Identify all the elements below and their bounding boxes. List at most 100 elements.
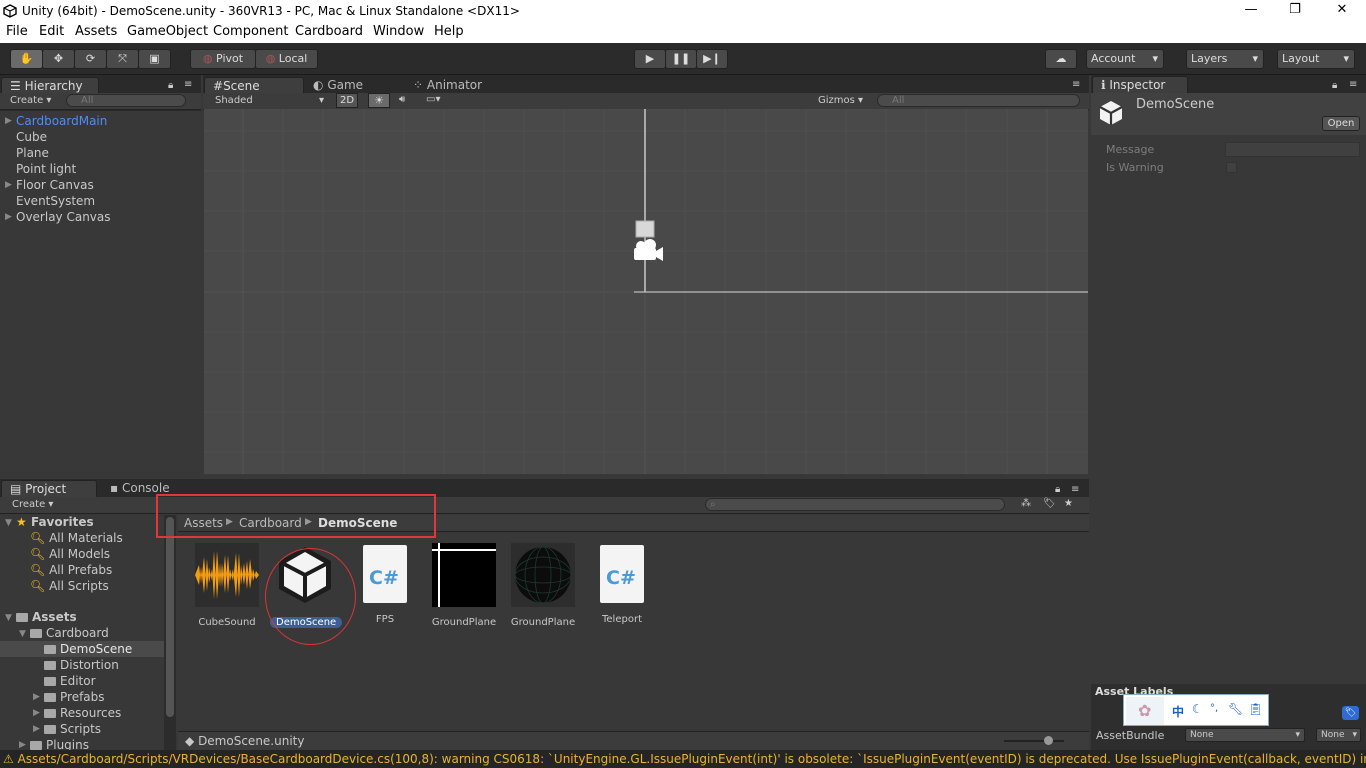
hierarchy-item-cardboardmain[interactable]: CardboardMain bbox=[16, 114, 107, 128]
expand-triangle-icon[interactable]: ▶ bbox=[33, 692, 40, 702]
menu-file[interactable]: File bbox=[6, 24, 28, 39]
asset-bundle-dropdown[interactable]: None ▾ bbox=[1185, 728, 1305, 742]
tree-cardboard[interactable]: Cardboard bbox=[30, 626, 109, 640]
hierarchy-item-eventsystem[interactable]: EventSystem bbox=[16, 194, 95, 208]
hierarchy-item-point-light[interactable]: Point light bbox=[16, 162, 76, 176]
favorite-all-prefabs[interactable]: 🔍︎ All Prefabs bbox=[30, 563, 112, 577]
is-warning-checkbox[interactable] bbox=[1226, 162, 1237, 173]
tab-inspector[interactable]: ℹ Inspector bbox=[1092, 76, 1188, 93]
tab-hierarchy[interactable]: ☰ Hierarchy bbox=[1, 77, 99, 94]
tree-scrollbar-thumb[interactable] bbox=[166, 517, 174, 717]
zoom-slider-thumb[interactable] bbox=[1044, 736, 1053, 745]
open-button[interactable]: Open bbox=[1322, 116, 1360, 131]
layout-dropdown[interactable]: Layout ▾ bbox=[1277, 49, 1355, 69]
filter-label-icon[interactable]: 🏷︎ bbox=[1043, 498, 1056, 509]
expand-triangle-icon[interactable]: ▶ bbox=[33, 708, 40, 718]
lock-icon[interactable]: 🔒︎ bbox=[168, 80, 173, 91]
audio-toggle-icon[interactable]: 🔊︎ bbox=[399, 94, 405, 105]
expand-triangle-icon[interactable]: ▼ bbox=[5, 518, 12, 528]
assets-heading[interactable]: Assets bbox=[16, 610, 77, 624]
close-button[interactable]: ✕ bbox=[1332, 2, 1352, 20]
tree-scrollbar[interactable] bbox=[164, 515, 176, 750]
project-create-button[interactable]: Create ▾ bbox=[12, 499, 53, 510]
step-button[interactable]: ▶❙ bbox=[696, 49, 728, 69]
favorite-all-models[interactable]: 🔍︎ All Models bbox=[30, 547, 110, 561]
favorite-all-materials[interactable]: 🔍︎ All Materials bbox=[30, 531, 123, 545]
scale-tool-button[interactable]: ⤧ bbox=[106, 49, 139, 69]
hierarchy-item-cube[interactable]: Cube bbox=[16, 130, 47, 144]
asset-bundle-variant-dropdown[interactable]: None ▾ bbox=[1316, 728, 1361, 742]
favorite-all-scripts[interactable]: 🔍︎ All Scripts bbox=[30, 579, 109, 593]
menu-assets[interactable]: Assets bbox=[75, 24, 117, 39]
local-toggle[interactable]: ◍ Local bbox=[255, 49, 318, 69]
tree-resources[interactable]: Resources bbox=[44, 706, 121, 720]
play-button[interactable]: ▶ bbox=[634, 49, 666, 69]
tab-scene[interactable]: #Scene bbox=[204, 77, 304, 94]
hand-tool-button[interactable]: ✋ bbox=[10, 49, 43, 69]
project-search-input[interactable]: ⌕ bbox=[705, 498, 1005, 511]
scene-viewport[interactable] bbox=[204, 109, 1088, 474]
panel-menu-icon[interactable]: ≡ bbox=[1071, 484, 1079, 495]
hierarchy-item-plane[interactable]: Plane bbox=[16, 146, 49, 160]
message-field[interactable] bbox=[1225, 142, 1360, 157]
asset-groundplane-material[interactable]: GroundPlane bbox=[508, 543, 578, 628]
rect-tool-button[interactable]: ▣ bbox=[138, 49, 171, 69]
expand-triangle-icon[interactable]: ▼ bbox=[5, 613, 12, 623]
ime-toolbar[interactable]: ✿ 中 ☾ °, 🔧︎ 📋︎ bbox=[1123, 694, 1269, 726]
pivot-toggle[interactable]: ◍ Pivot bbox=[190, 49, 256, 69]
favorite-star-icon[interactable]: ★ bbox=[1064, 498, 1073, 509]
hierarchy-search-input[interactable]: All bbox=[66, 94, 186, 107]
tab-game[interactable]: ◐ Game bbox=[305, 77, 403, 94]
hierarchy-item-overlay-canvas[interactable]: Overlay Canvas bbox=[16, 210, 111, 224]
ime-chinese-mode[interactable]: 中 bbox=[1172, 703, 1184, 720]
tree-prefabs[interactable]: Prefabs bbox=[44, 690, 105, 704]
expand-triangle-icon[interactable]: ▼ bbox=[19, 629, 26, 639]
tree-plugins[interactable]: Plugins bbox=[30, 738, 89, 750]
menu-help[interactable]: Help bbox=[434, 24, 464, 39]
expand-triangle-icon[interactable]: ▶ bbox=[5, 212, 12, 222]
tab-animator[interactable]: ⁘ Animator bbox=[405, 77, 505, 94]
account-dropdown[interactable]: Account ▾ bbox=[1086, 49, 1164, 69]
tree-distortion[interactable]: Distortion bbox=[44, 658, 119, 672]
hierarchy-create-button[interactable]: Create ▾ bbox=[10, 95, 51, 106]
expand-triangle-icon[interactable]: ▶ bbox=[5, 116, 12, 126]
minimize-button[interactable]: — bbox=[1241, 2, 1261, 20]
filter-type-icon[interactable]: ⁂ bbox=[1021, 498, 1031, 509]
ime-wrench-icon[interactable]: 🔧︎ bbox=[1228, 702, 1243, 716]
expand-triangle-icon[interactable]: ▶ bbox=[33, 724, 40, 734]
tree-scripts[interactable]: Scripts bbox=[44, 722, 101, 736]
zoom-slider[interactable] bbox=[1004, 740, 1064, 742]
menu-window[interactable]: Window bbox=[373, 24, 424, 39]
hierarchy-item-floor-canvas[interactable]: Floor Canvas bbox=[16, 178, 94, 192]
asset-fps[interactable]: C# FPS bbox=[350, 543, 420, 625]
move-tool-button[interactable]: ✥ bbox=[42, 49, 75, 69]
panel-menu-icon[interactable]: ≡ bbox=[1349, 79, 1357, 90]
tab-project[interactable]: ▤ Project bbox=[1, 480, 97, 497]
label-tag-icon[interactable]: 🏷︎ bbox=[1342, 706, 1359, 720]
maximize-button[interactable]: ❐ bbox=[1285, 2, 1305, 20]
camera-gizmo-icon[interactable] bbox=[628, 217, 668, 267]
panel-menu-icon[interactable]: ≡ bbox=[1072, 79, 1080, 90]
expand-triangle-icon[interactable]: ▶ bbox=[5, 180, 12, 190]
menu-gameobject[interactable]: GameObject bbox=[127, 24, 208, 39]
tree-editor[interactable]: Editor bbox=[44, 674, 96, 688]
asset-groundplane-texture[interactable]: GroundPlane bbox=[429, 543, 499, 628]
shading-dropdown[interactable]: Shaded ▾ bbox=[215, 95, 324, 106]
effects-toggle-icon[interactable]: ▭▾ bbox=[426, 94, 440, 105]
status-bar[interactable]: ⚠ Assets/Cardboard/Scripts/VRDevices/Bas… bbox=[0, 750, 1366, 768]
layers-dropdown[interactable]: Layers ▾ bbox=[1186, 49, 1264, 69]
expand-triangle-icon[interactable]: ▶ bbox=[19, 740, 26, 750]
menu-cardboard[interactable]: Cardboard bbox=[295, 24, 363, 39]
ime-punct-icon[interactable]: °, bbox=[1210, 703, 1218, 714]
ime-clipboard-icon[interactable]: 📋︎ bbox=[1248, 702, 1263, 716]
menu-edit[interactable]: Edit bbox=[39, 24, 64, 39]
asset-teleport[interactable]: C# Teleport bbox=[587, 543, 657, 625]
rotate-tool-button[interactable]: ⟳ bbox=[74, 49, 107, 69]
2d-toggle[interactable]: 2D bbox=[336, 93, 358, 108]
lighting-toggle[interactable]: ☀ bbox=[368, 93, 390, 108]
tree-demoscene[interactable]: DemoScene bbox=[44, 642, 132, 656]
cloud-button[interactable]: ☁ bbox=[1045, 49, 1077, 69]
panel-menu-icon[interactable]: ≡ bbox=[184, 79, 192, 90]
gizmos-dropdown[interactable]: Gizmos ▾ bbox=[818, 95, 863, 106]
lock-icon[interactable]: 🔒︎ bbox=[1332, 80, 1337, 91]
